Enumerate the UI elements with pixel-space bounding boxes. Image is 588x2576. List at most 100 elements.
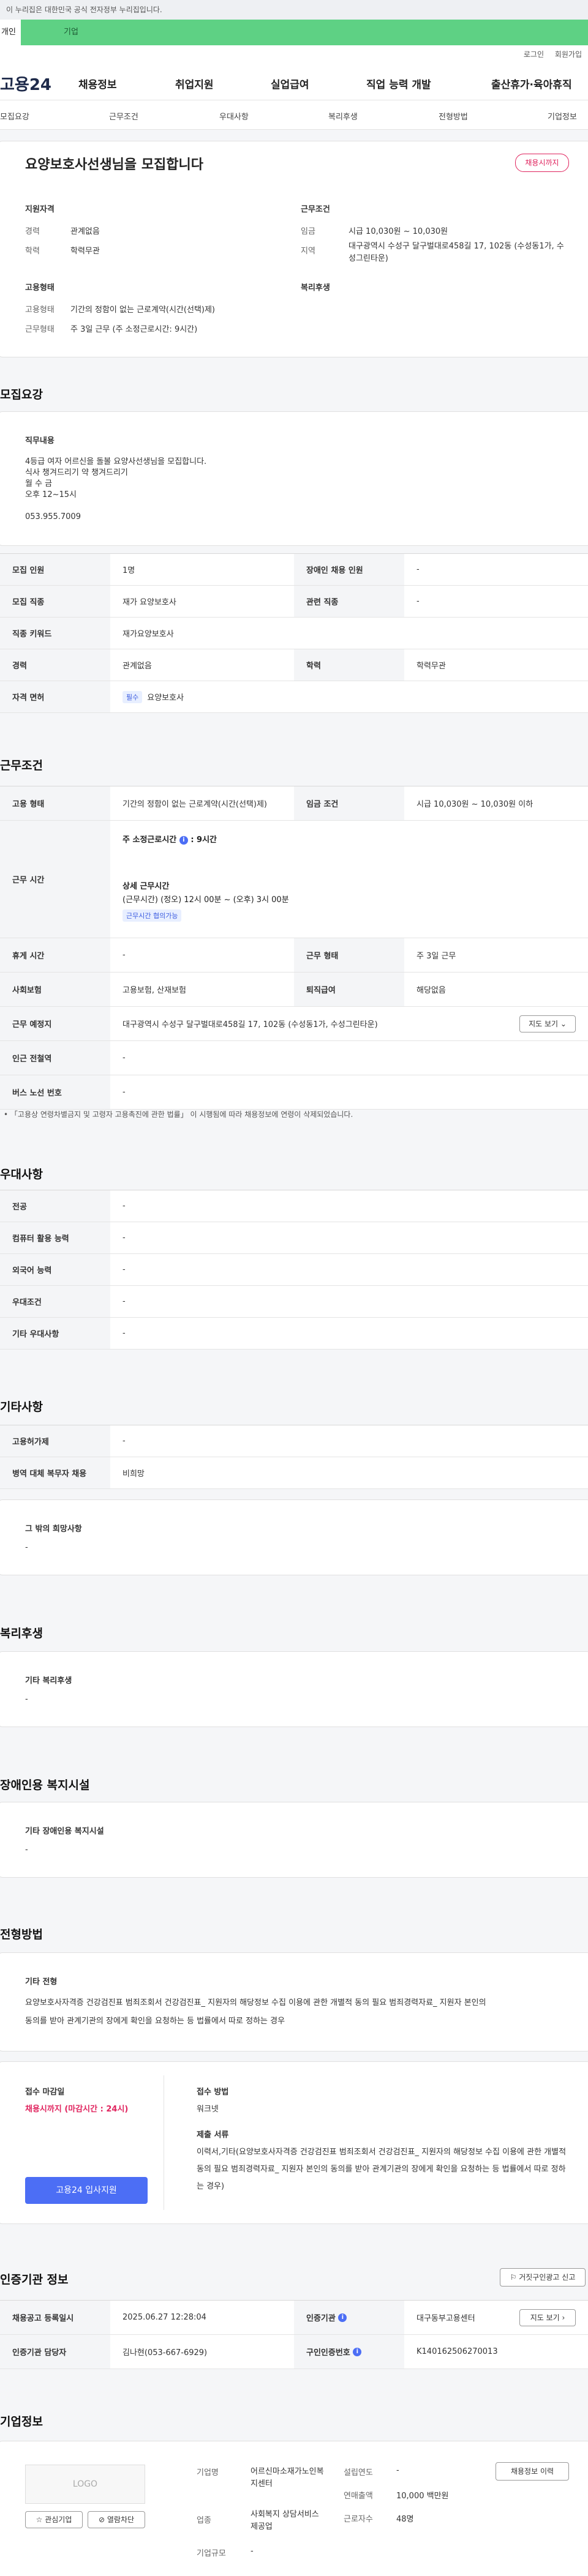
age-note: • 「고용상 연령차별금지 및 고령자 고용촉진에 관한 법률」 이 시행됨에 … [4,1110,353,1119]
region-value: 대구광역시 수성구 달구벌대로458길 17, 102동 (수성동1가, 수성그… [349,242,564,263]
apply-card: 접수 마감일 채용시까지 (마감시간 : 24시) 고용24 입사지원 접수 방… [0,2061,588,2224]
row-label: 장애인 채용 인원 [294,554,404,585]
site-logo[interactable]: 고용24 [0,72,51,95]
preference-table: 전공 - 컴퓨터 활용 능력 - 외국어 능력 - 우대조건 - 기타 우대사항 - [0,1190,588,1350]
row-label: 퇴직급여 [294,973,404,1006]
job-history-button[interactable]: 채용정보 이력 [496,2462,569,2481]
info-icon[interactable]: i [338,2313,347,2322]
screening-line: 동의를 받아 관계기관의 장에게 확인을 요청하는 등 법률에서 따로 정하는 … [25,2017,285,2026]
table-row: 직종 키워드 재가요양보호사 [0,618,588,649]
row-value: - [123,1329,126,1338]
row-label: 기타 우대사항 [0,1318,110,1349]
row-value: 재가요양보호사 [123,630,174,639]
subnav-conditions[interactable]: 근무조건 [109,110,138,122]
row-value: - [123,1201,126,1211]
audience-tabs: 개인 기업 [0,20,588,45]
table-row: 근무 시간 주 소정근로시간 i : 9시간 상세 근무시간 (근무시간) (정… [0,821,588,938]
section-welfare-title: 복리후생 [0,1627,43,1640]
edu-label: 학력 [25,247,40,256]
section-recruit-title: 모집요강 [0,388,43,401]
docs-value: 이력서,기타(요양보호사자격증 건강검진표 범죄조회서 건강검진표_ 지원자의 … [197,2148,567,2191]
qual-title: 지원자격 [25,205,55,214]
tab-personal[interactable]: 개인 [0,20,21,45]
apply-button[interactable]: 고용24 입사지원 [25,2177,148,2204]
row-label: 버스 노선 번호 [0,1075,110,1109]
nav-unemployment-benefit[interactable]: 실업급여 [271,76,309,91]
subnav-company[interactable]: 기업정보 [548,110,577,122]
row-label: 전공 [0,1190,110,1222]
table-row: 고용허가제 - [0,1425,588,1457]
subnav-recruit[interactable]: 모집요강 [0,110,29,122]
nav-employment-support[interactable]: 취업지원 [175,76,214,91]
star-icon: ☆ [36,2515,43,2524]
welfare-title: 복리후생 [301,283,330,293]
block-view-button[interactable]: ⊘ 열람차단 [88,2511,145,2528]
name-label: 기업명 [197,2468,219,2477]
row-value: - [123,1088,126,1097]
login-link[interactable]: 로그인 [524,50,544,59]
employ-type-value: 기간의 정함이 없는 근로계약(시간(선택)제) [70,305,216,315]
nav-jobs[interactable]: 채용정보 [78,76,117,91]
disability-box-title: 기타 장애인용 복지시설 [25,1827,104,1836]
screening-box-title: 기타 전형 [25,1977,58,1987]
row-value: 관계없음 [123,662,152,671]
agency-map-button[interactable]: 지도 보기 › [519,2309,576,2326]
row-label: 임금 조건 [294,786,404,820]
row-value: - [123,1297,126,1306]
row-value: 시급 10,030원 ~ 10,030원 이하 [417,800,533,809]
signup-link[interactable]: 회원가입 [555,50,582,59]
table-row: 모집 인원 1명 장애인 채용 인원 - [0,554,588,586]
table-row: 전공 - [0,1190,588,1222]
row-label: 경력 [0,649,110,681]
row-label: 인증기관 i [294,2301,404,2334]
row-label: 학력 [294,649,404,681]
method-value: 워크넷 [197,2105,219,2114]
row-label: 외국어 능력 [0,1254,110,1285]
welfare-box-title: 기타 복리후생 [25,1676,72,1686]
weekly-hours: 주 소정근로시간 i : 9시간 [123,835,217,845]
map-button[interactable]: 지도 보기 ⌄ [519,1015,576,1032]
nav-parental-leave[interactable]: 출산휴가·육아휴직 [491,76,572,91]
other-wishes-value: - [25,1543,28,1552]
tab-company[interactable]: 기업 [21,20,588,45]
subnav-screening[interactable]: 전형방법 [439,110,468,122]
row-value: 대구광역시 수성구 달구벌대로458길 17, 102동 (수성동1가, 수성그… [123,1020,378,1029]
table-row: 인증기관 담당자 김나현(053-667-6929) 구인인증번호 i K140… [0,2335,588,2369]
section-company-title: 기업정보 [0,2415,43,2429]
info-icon[interactable]: i [353,2347,362,2356]
screening-line: 요양보호사자격증 건강검진표 범죄조회서 건강검진표_ 지원자의 해당정보 수집… [25,1998,486,2007]
scale-label: 기업규모 [197,2549,226,2558]
report-false-ad-button[interactable]: ⚐ 거짓구인광고 신고 [500,2268,586,2287]
duty-line: 오후 12~15시 [25,490,77,499]
section-etc-title: 기타사항 [0,1400,43,1414]
subnav-preference[interactable]: 우대사항 [219,110,249,122]
section-disability-title: 장애인용 복지시설 [0,1779,90,1792]
docs-title: 제출 서류 [197,2130,229,2140]
row-label: 휴게 시간 [0,938,110,972]
table-row: 우대조건 - [0,1286,588,1318]
table-row: 컴퓨터 활용 능력 - [0,1222,588,1254]
duty-title: 직무내용 [25,436,55,446]
sales-label: 연매출액 [344,2492,373,2501]
screening-card: 기타 전형 요양보호사자격증 건강검진표 범죄조회서 건강검진표_ 지원자의 해… [0,1952,588,2051]
wage-value: 시급 10,030원 ~ 10,030원 [349,227,448,236]
table-row: 기타 우대사항 - [0,1318,588,1350]
info-icon[interactable]: i [179,835,188,845]
welfare-box-value: - [25,1695,28,1704]
row-label: 근무 예정지 [0,1007,110,1040]
row-value: - [123,1265,126,1274]
deadline-title: 접수 마감일 [25,2088,65,2097]
subnav-welfare[interactable]: 복리후생 [328,110,358,122]
founded-label: 설립연도 [344,2468,373,2477]
table-row: 근무 예정지 대구광역시 수성구 달구벌대로458길 17, 102동 (수성동… [0,1007,588,1041]
duty-line: 4등급 여자 어르신을 돌볼 요양사선생님을 모집합니다. [25,457,207,466]
table-row: 휴게 시간 - 근무 형태 주 3일 근무 [0,938,588,973]
table-row: 외국어 능력 - [0,1254,588,1286]
row-label: 채용공고 등록일시 [0,2301,110,2334]
edu-value: 학력무관 [70,247,100,256]
row-label: 고용 형태 [0,786,110,820]
row-label: 모집 인원 [0,554,110,585]
favorite-company-button[interactable]: ☆ 관심기업 [25,2511,83,2528]
nav-training[interactable]: 직업 능력 개발 [366,76,431,91]
row-label: 관련 직종 [294,586,404,617]
